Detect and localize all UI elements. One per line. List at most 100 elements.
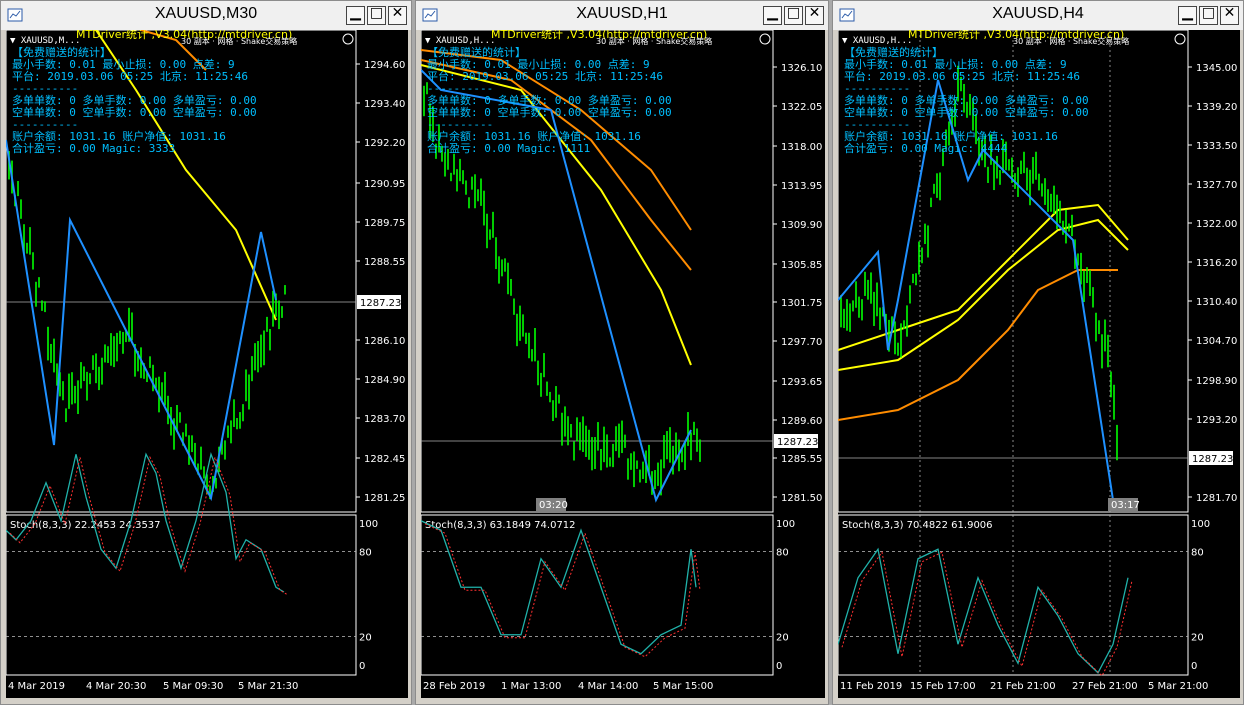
price-tick-label: 1293.40: [364, 99, 405, 110]
info-line: 合计盈亏: 0.00 Magic: 3333: [12, 141, 175, 155]
close-icon: ✕: [1223, 5, 1236, 21]
price-tick-label: 1281.25: [364, 493, 405, 504]
info-line: 【免费赠送的统计】: [12, 45, 111, 59]
time-axis-label: 28 Feb 2019: [423, 681, 485, 692]
info-line: 空单单数: 0 空单手数: 0.00 空单盈亏: 0.00: [12, 105, 257, 119]
price-tick-label: 1288.55: [364, 257, 405, 268]
price-chart[interactable]: ▼ XAUUSD,H...MTDriver统计 ,V3.04(http://mt…: [838, 30, 1240, 698]
close-button[interactable]: ✕: [388, 5, 407, 25]
price-tick-label: 1305.85: [781, 260, 822, 271]
stoch-tick-label: 0: [776, 661, 782, 672]
price-tick-label: 1284.90: [364, 375, 405, 386]
window-titlebar[interactable]: XAUUSD,M30 ▁ □ ✕: [1, 1, 411, 30]
current-price-label: 1287.23: [1192, 454, 1233, 465]
price-tick-label: 1282.45: [364, 454, 405, 465]
chart-window-h4[interactable]: XAUUSD,H4 ▁ □ ✕ ▼ XAUUSD,H... MTDriver统计 …: [832, 0, 1244, 705]
time-marker-label: 03:17: [1111, 500, 1140, 511]
time-marker-label: 03:20: [539, 500, 568, 511]
info-line: 最小手数: 0.01 最小止损: 0.00 点差: 9: [427, 57, 650, 71]
price-tick-label: 1309.90: [781, 220, 822, 231]
symbol-label: ▼ XAUUSD,H...: [842, 36, 912, 46]
price-tick-label: 1294.60: [364, 60, 405, 71]
price-tick-label: 1326.10: [781, 63, 822, 74]
time-axis-label: 21 Feb 21:00: [990, 681, 1056, 692]
price-tick-label: 1327.70: [1196, 180, 1237, 191]
close-icon: ✕: [391, 5, 404, 21]
info-line: 平台: 2019.03.06 05:25 北京: 11:25:46: [427, 69, 663, 83]
stoch-tick-label: 20: [359, 633, 372, 644]
symbol-label: ▼ XAUUSD,M...: [10, 36, 80, 46]
minimize-button[interactable]: ▁: [1178, 5, 1197, 25]
price-tick-label: 1281.50: [781, 493, 822, 504]
info-line: 空单单数: 0 空单手数: 0.00 空单盈亏: 0.00: [844, 105, 1089, 119]
info-line: 【免费赠送的统计】: [844, 45, 943, 59]
stoch-tick-label: 0: [1191, 661, 1197, 672]
minimize-icon: ▁: [350, 5, 361, 21]
time-axis-label: 4 Mar 2019: [8, 681, 65, 692]
price-tick-label: 1304.70: [1196, 336, 1237, 347]
info-line: 平台: 2019.03.06 05:25 北京: 11:25:46: [844, 69, 1080, 83]
window-titlebar[interactable]: XAUUSD,H4 ▁ □ ✕: [833, 1, 1243, 30]
stoch-tick-label: 80: [776, 547, 789, 558]
price-tick-label: 1289.60: [781, 416, 822, 427]
close-button[interactable]: ✕: [1220, 5, 1239, 25]
ea-sublabel: 30 副本 · 网格 · Shake交易策略: [181, 36, 297, 46]
price-tick-label: 1316.20: [1196, 258, 1237, 269]
time-axis-label: 5 Mar 15:00: [653, 681, 713, 692]
minimize-button[interactable]: ▁: [346, 5, 365, 25]
close-button[interactable]: ✕: [805, 5, 824, 25]
ea-sublabel: 30 副本 · 网格 · Shake交易策略: [1013, 36, 1129, 46]
stoch-label: Stoch(8,3,3) 70.4822 61.9006: [842, 520, 993, 531]
minimize-icon: ▁: [1182, 5, 1193, 21]
info-line: 账户余额: 1031.16 账户净值: 1031.16: [427, 129, 641, 143]
price-tick-label: 1318.00: [781, 142, 822, 153]
maximize-button[interactable]: □: [1199, 5, 1218, 25]
price-tick-label: 1297.70: [781, 337, 822, 348]
price-tick-label: 1310.40: [1196, 297, 1237, 308]
price-tick-label: 1322.05: [781, 102, 822, 113]
price-tick-label: 1313.95: [781, 181, 822, 192]
stoch-tick-label: 100: [776, 519, 795, 530]
time-axis-label: 1 Mar 13:00: [501, 681, 561, 692]
maximize-button[interactable]: □: [367, 5, 386, 25]
maximize-icon: □: [1201, 5, 1216, 21]
close-icon: ✕: [808, 5, 821, 21]
current-price-label: 1287.23: [777, 437, 818, 448]
price-tick-label: 1293.20: [1196, 415, 1237, 426]
chart-window-m30[interactable]: XAUUSD,M30 ▁ □ ✕ ▼ XAUUSD,M... MTDriver统计…: [0, 0, 412, 705]
time-axis-label: 5 Mar 09:30: [163, 681, 223, 692]
info-line: 最小手数: 0.01 最小止损: 0.00 点差: 9: [844, 57, 1067, 71]
info-line: 平台: 2019.03.06 05:25 北京: 11:25:46: [12, 69, 248, 83]
price-chart[interactable]: ▼ XAUUSD,H...MTDriver统计 ,V3.04(http://mt…: [421, 30, 825, 698]
stoch-label: Stoch(8,3,3) 22.2453 24.3537: [10, 520, 161, 531]
price-tick-label: 1289.75: [364, 218, 405, 229]
window-titlebar[interactable]: XAUUSD,H1 ▁ □ ✕: [416, 1, 828, 30]
info-line: 多单单数: 0 多单手数: 0.00 多单盈亏: 0.00: [12, 93, 257, 107]
price-tick-label: 1301.75: [781, 298, 822, 309]
price-tick-label: 1333.50: [1196, 141, 1237, 152]
price-tick-label: 1345.00: [1196, 63, 1237, 74]
chart-window-h1[interactable]: XAUUSD,H1 ▁ □ ✕ ▼ XAUUSD,H... MTDriver统计 …: [415, 0, 829, 705]
time-axis-label: 5 Mar 21:00: [1148, 681, 1208, 692]
price-chart[interactable]: ▼ XAUUSD,M...MTDriver统计 ,V3.04(http://mt…: [6, 30, 408, 698]
info-line: 账户余额: 1031.16 账户净值: 1031.16: [844, 129, 1058, 143]
stoch-tick-label: 20: [1191, 633, 1204, 644]
minimize-button[interactable]: ▁: [763, 5, 782, 25]
time-axis-label: 4 Mar 20:30: [86, 681, 146, 692]
maximize-button[interactable]: □: [784, 5, 803, 25]
maximize-icon: □: [786, 5, 801, 21]
price-tick-label: 1283.70: [364, 414, 405, 425]
stoch-tick-label: 100: [359, 519, 378, 530]
info-line: 空单单数: 0 空单手数: 0.00 空单盈亏: 0.00: [427, 105, 672, 119]
price-tick-label: 1298.90: [1196, 376, 1237, 387]
info-line: 合计盈亏: 0.00 Magic: 1111: [427, 141, 590, 155]
price-tick-label: 1285.55: [781, 454, 822, 465]
info-line: 多单单数: 0 多单手数: 0.00 多单盈亏: 0.00: [427, 93, 672, 107]
price-tick-label: 1286.10: [364, 336, 405, 347]
time-axis-label: 27 Feb 21:00: [1072, 681, 1138, 692]
maximize-icon: □: [369, 5, 384, 21]
ea-sublabel: 30 副本 · 网格 · Shake交易策略: [596, 36, 712, 46]
info-line: 最小手数: 0.01 最小止损: 0.00 点差: 9: [12, 57, 235, 71]
stoch-tick-label: 20: [776, 633, 789, 644]
stoch-tick-label: 0: [359, 661, 365, 672]
